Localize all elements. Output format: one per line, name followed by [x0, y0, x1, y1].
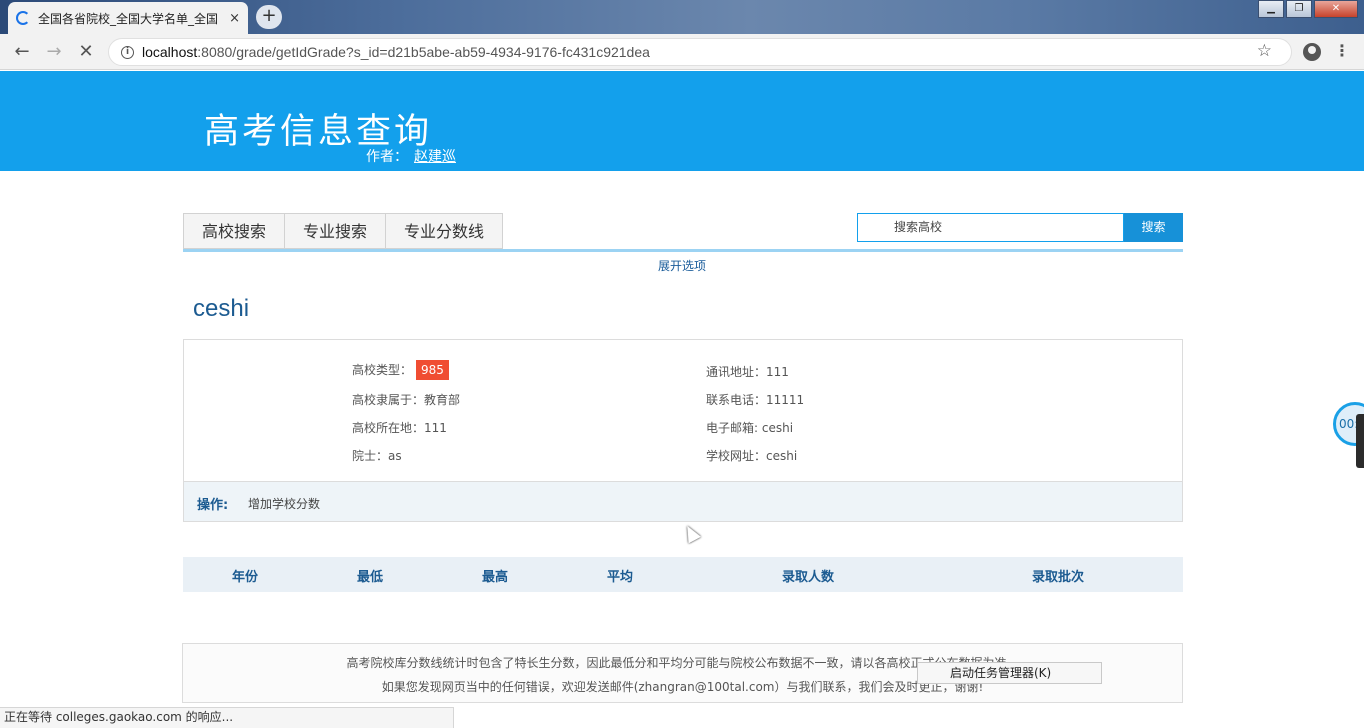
school-type-badge: 985	[416, 360, 449, 380]
school-phone: 联系电话：11111	[706, 393, 805, 407]
school-type-label: 高校类型：	[352, 363, 413, 377]
tab-major-search[interactable]: 专业搜索	[284, 213, 386, 249]
tab-school-search[interactable]: 高校搜索	[183, 213, 285, 249]
info-icon[interactable]: i	[121, 45, 134, 59]
school-affiliation: 高校隶属于：教育部	[352, 393, 461, 407]
school-email: 电子邮箱: ceshi	[706, 421, 794, 435]
stop-loading-icon[interactable]: ✕	[74, 40, 98, 64]
tab-title: 全国各省院校_全国大学名单_全国	[38, 11, 218, 26]
menu-dots-icon[interactable]: ⋮	[1334, 41, 1350, 60]
school-location: 高校所在地：111	[352, 421, 447, 435]
maximize-icon[interactable]: ❐	[1286, 0, 1312, 18]
column-admission-batch: 录取批次	[1031, 570, 1085, 585]
address-bar: ← → ✕ i localhost:8080/grade/getIdGrade?…	[0, 34, 1364, 70]
search-button[interactable]: 搜索	[1124, 213, 1183, 242]
school-website: 学校网址：ceshi	[706, 449, 798, 463]
nav-divider	[183, 249, 1183, 252]
url-text: localhost:8080/grade/getIdGrade?s_id=d21…	[142, 44, 650, 60]
school-name: ceshi	[193, 295, 250, 322]
url-field[interactable]: i localhost:8080/grade/getIdGrade?s_id=d…	[108, 38, 1292, 66]
column-admitted-count: 录取人数	[781, 570, 835, 585]
mouse-cursor-icon	[681, 522, 701, 544]
tab-close-icon[interactable]: ×	[229, 11, 240, 26]
column-max: 最高	[481, 570, 509, 585]
column-year: 年份	[231, 570, 259, 585]
window-titlebar: 全国各省院校_全国大学名单_全国 × + ▁ ❐ ✕	[0, 0, 1364, 34]
author-line: 作者： 赵建巡	[366, 146, 456, 166]
add-school-score-link[interactable]: 增加学校分数	[248, 495, 320, 512]
school-address: 通讯地址：111	[706, 365, 789, 379]
school-search-input[interactable]: 搜索高校	[857, 213, 1124, 242]
operations-bar: 操作: 增加学校分数	[184, 481, 1182, 521]
school-academician: 院士：as	[352, 449, 402, 463]
account-icon[interactable]	[1303, 43, 1321, 61]
back-arrow-icon[interactable]: ←	[10, 40, 34, 64]
browser-status-bar: 正在等待 colleges.gaokao.com 的响应...	[0, 707, 454, 728]
loading-spinner-icon	[16, 11, 30, 25]
operations-label: 操作:	[197, 498, 229, 513]
task-manager-tooltip[interactable]: 启动任务管理器(K)	[917, 662, 1102, 684]
search-nav-tabs: 高校搜索 专业搜索 专业分数线	[183, 213, 504, 249]
author-name-link[interactable]: 赵建巡	[414, 149, 456, 165]
forward-arrow-icon[interactable]: →	[42, 40, 66, 64]
minimize-icon[interactable]: ▁	[1258, 0, 1284, 18]
expand-options-link[interactable]: 展开选项	[0, 257, 1364, 274]
new-tab-button[interactable]: +	[256, 5, 282, 29]
window-controls: ▁ ❐ ✕	[1256, 0, 1358, 18]
author-label: 作者：	[366, 149, 408, 165]
bookmark-star-icon[interactable]: ☆	[1257, 41, 1272, 61]
tab-major-scoreline[interactable]: 专业分数线	[385, 213, 504, 249]
browser-tab[interactable]: 全国各省院校_全国大学名单_全国 ×	[8, 2, 248, 34]
window-close-icon[interactable]: ✕	[1314, 0, 1358, 18]
school-info-panel: 高校类型： 985 高校隶属于：教育部 高校所在地：111 院士：as 通讯地址：…	[183, 339, 1183, 522]
score-table-header: 年份 最低 最高 平均 录取人数 录取批次	[183, 557, 1183, 592]
column-avg: 平均	[606, 570, 634, 585]
site-banner: 高考信息查询 作者： 赵建巡	[0, 71, 1364, 171]
school-type: 高校类型： 985	[352, 360, 449, 380]
side-panel-handle[interactable]	[1356, 414, 1364, 468]
column-min: 最低	[356, 570, 384, 585]
